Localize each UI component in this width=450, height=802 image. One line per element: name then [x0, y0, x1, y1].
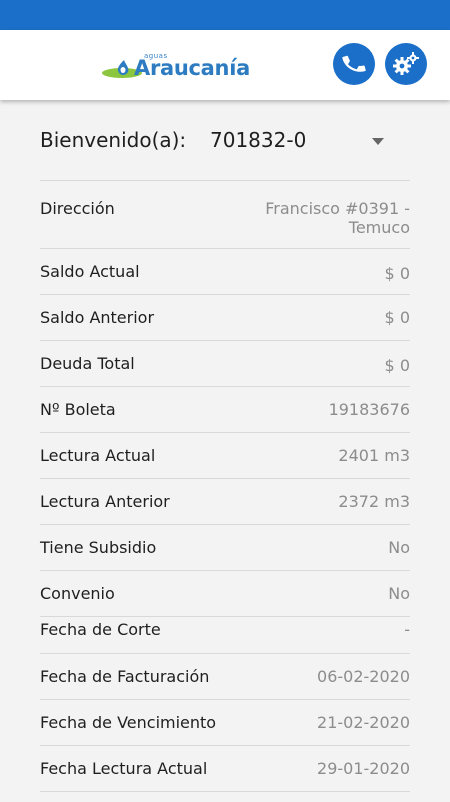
detail-label: Fecha de Facturación — [40, 667, 210, 686]
phone-icon — [342, 55, 366, 72]
gears-icon — [393, 52, 419, 75]
detail-label: Fecha de Corte — [40, 620, 161, 639]
detail-value: 06-02-2020 — [317, 667, 410, 686]
welcome-label: Bienvenido(a): — [40, 128, 187, 152]
detail-row-subsidio: Tiene Subsidio No — [40, 524, 410, 570]
detail-row-deuda-total: Deuda Total $ 0 — [40, 340, 410, 386]
detail-row-fecha-lectura-actual: Fecha Lectura Actual 29-01-2020 — [40, 745, 410, 791]
detail-value: Temuco — [348, 218, 410, 237]
detail-label: Fecha Lectura Actual — [40, 759, 208, 778]
detail-row-lectura-anterior: Lectura Anterior 2372 m3 — [40, 478, 410, 524]
detail-value: 29-01-2020 — [317, 759, 410, 778]
call-button[interactable] — [333, 43, 375, 85]
detail-value: 2401 m3 — [338, 446, 410, 465]
detail-value: No — [388, 584, 410, 603]
detail-value: Francisco #0391 - — [265, 199, 410, 218]
detail-label: Lectura Actual — [40, 446, 156, 465]
detail-label: Convenio — [40, 584, 115, 603]
detail-row-saldo-actual: Saldo Actual $ 0 — [40, 248, 410, 294]
detail-row-divider — [40, 791, 410, 802]
detail-label: Tiene Subsidio — [40, 538, 157, 557]
detail-label: Saldo Anterior — [40, 308, 155, 327]
settings-button[interactable] — [385, 43, 427, 85]
detail-label: Dirección — [40, 199, 115, 218]
detail-label: Nº Boleta — [40, 400, 116, 419]
detail-row-boleta: Nº Boleta 19183676 — [40, 386, 410, 432]
account-summary: Bienvenido(a): 701832-0 Dirección Franci… — [0, 100, 450, 800]
detail-row-direccion: Dirección Francisco #0391 - Temuco — [40, 180, 410, 248]
detail-value: $ 0 — [384, 356, 410, 375]
account-number: 701832-0 — [210, 128, 307, 152]
detail-row-fecha-vencimiento: Fecha de Vencimiento 21-02-2020 — [40, 699, 410, 745]
detail-label: Deuda Total — [40, 354, 135, 373]
detail-value: 21-02-2020 — [317, 713, 410, 732]
detail-value: No — [388, 538, 410, 557]
detail-row-convenio: Convenio No — [40, 570, 410, 616]
detail-label: Fecha de Vencimiento — [40, 713, 217, 732]
detail-row-fecha-facturacion: Fecha de Facturación 06-02-2020 — [40, 653, 410, 699]
dropdown-caret-icon — [372, 138, 384, 145]
detail-row-fecha-corte: Fecha de Corte - — [40, 616, 410, 653]
app-header: aguas Araucanía — [0, 30, 450, 100]
detail-row-saldo-anterior: Saldo Anterior $ 0 — [40, 294, 410, 340]
status-bar — [0, 0, 450, 30]
detail-label: Lectura Anterior — [40, 492, 170, 511]
detail-value: $ 0 — [384, 264, 410, 283]
detail-value: $ 0 — [384, 308, 410, 327]
account-details-list: Dirección Francisco #0391 - Temuco Saldo… — [40, 180, 410, 802]
brand-name: Araucanía — [134, 56, 250, 80]
araucania-logo: aguas Araucanía — [100, 44, 250, 88]
detail-row-lectura-actual: Lectura Actual 2401 m3 — [40, 432, 410, 478]
detail-value: 19183676 — [328, 400, 410, 419]
detail-label: Saldo Actual — [40, 262, 140, 281]
detail-value: 2372 m3 — [338, 492, 410, 511]
detail-value: - — [404, 620, 410, 639]
account-selector[interactable]: Bienvenido(a): 701832-0 — [40, 128, 410, 158]
